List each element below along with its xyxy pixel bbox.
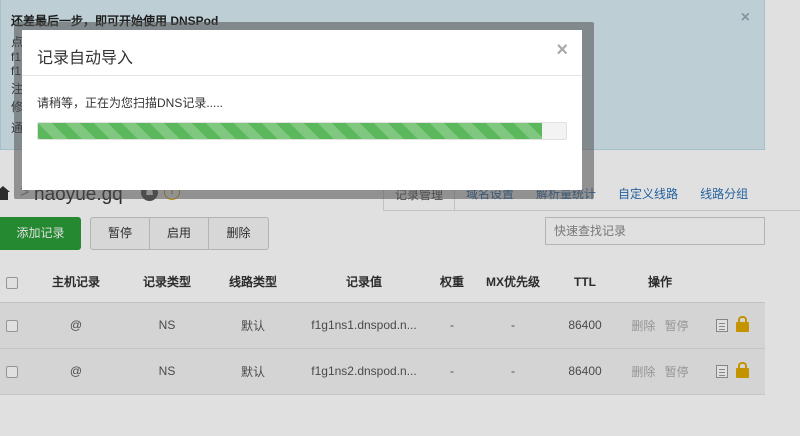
scan-progress-bar	[37, 122, 567, 140]
progress-fill	[38, 123, 543, 139]
close-icon[interactable]: ×	[556, 40, 568, 60]
modal-title: 记录自动导入	[37, 50, 134, 67]
scan-status-message: 请稍等，正在为您扫描DNS记录.....	[37, 96, 224, 110]
modal-body: 记录自动导入 × 请稍等，正在为您扫描DNS记录.....	[22, 30, 582, 190]
modal-header: 记录自动导入 ×	[22, 30, 582, 76]
import-modal: 记录自动导入 × 请稍等，正在为您扫描DNS记录.....	[14, 22, 594, 199]
